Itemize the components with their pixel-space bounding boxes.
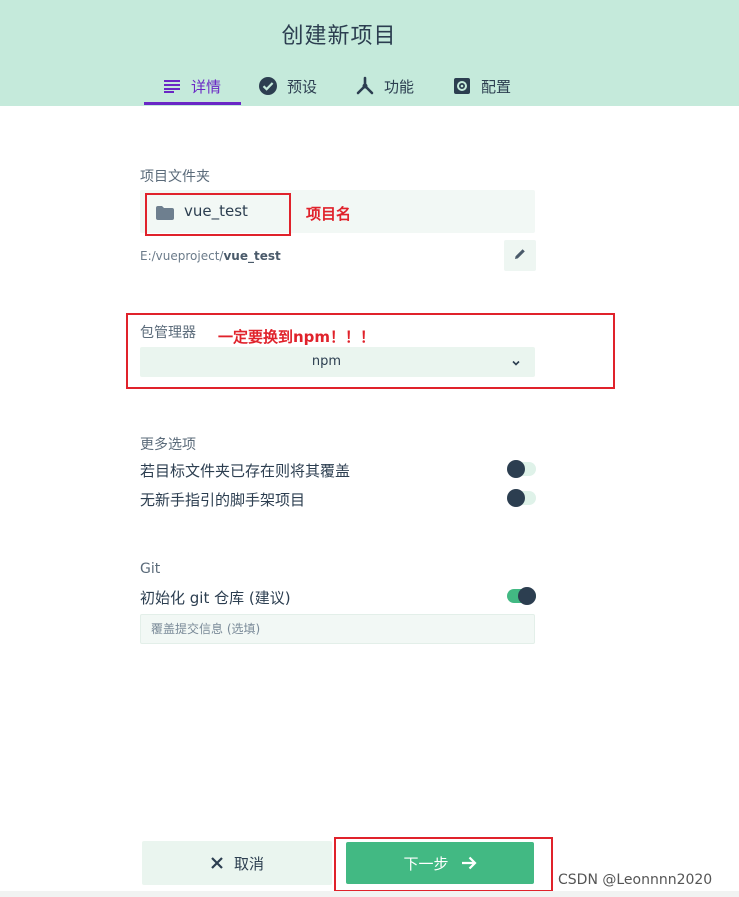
cancel-button-label: 取消 (233, 854, 264, 873)
package-manager-select[interactable]: npm (140, 347, 535, 377)
next-button[interactable]: 下一步 (346, 842, 534, 884)
tab-details-label: 详情 (191, 77, 222, 96)
pencil-icon (513, 246, 527, 265)
toggle-no-guide[interactable] (507, 489, 536, 507)
cancel-button[interactable]: 取消 (142, 841, 332, 885)
chevron-down-icon (510, 354, 522, 373)
git-init-label: 初始化 git 仓库 (建议) (140, 589, 291, 607)
commit-message-input[interactable] (140, 614, 535, 644)
project-name-annotation: 项目名 (306, 205, 352, 223)
tab-features-label: 功能 (384, 77, 415, 96)
header-bar: 创建新项目 详情 预设 功能 配置 (0, 0, 739, 106)
arrow-right-icon (461, 856, 477, 870)
toggle-overwrite[interactable] (507, 460, 536, 478)
project-folder-label: 项目文件夹 (140, 169, 210, 185)
package-manager-annotation: 一定要换到npm！！！ (218, 328, 376, 346)
highlight-box-project-name (145, 193, 291, 236)
toggle-knob (518, 587, 536, 605)
project-path: E:/vueproject/vue_test (140, 249, 281, 263)
page-title: 创建新项目 (281, 24, 397, 49)
watermark: CSDN @Leonnnn2020 (558, 872, 713, 888)
tab-presets[interactable]: 预设 (258, 68, 317, 104)
toggle-git-init[interactable] (507, 587, 536, 605)
tab-features[interactable]: 功能 (355, 68, 414, 104)
next-button-label: 下一步 (403, 854, 449, 873)
toggle-knob (507, 460, 525, 478)
close-icon (210, 856, 224, 870)
git-label: Git (140, 561, 161, 577)
tab-config[interactable]: 配置 (452, 68, 511, 104)
tab-presets-label: 预设 (287, 77, 318, 96)
package-manager-label: 包管理器 (140, 325, 196, 341)
branch-icon (355, 76, 375, 96)
option-overwrite-label: 若目标文件夹已存在则将其覆盖 (140, 462, 351, 480)
project-path-prefix: E:/vueproject/ (140, 249, 224, 263)
edit-path-button[interactable] (504, 240, 536, 271)
tab-config-label: 配置 (481, 77, 512, 96)
toggle-knob (507, 489, 525, 507)
more-options-label: 更多选项 (140, 437, 196, 453)
active-tab-indicator (144, 102, 241, 105)
tab-details[interactable]: 详情 (162, 68, 221, 104)
check-circle-icon (258, 76, 278, 96)
project-path-name: vue_test (223, 249, 281, 263)
option-no-guide-label: 无新手指引的脚手架项目 (140, 491, 306, 509)
list-icon (162, 76, 182, 96)
bottom-divider (0, 891, 739, 897)
settings-icon (452, 76, 472, 96)
package-manager-value: npm (311, 354, 342, 369)
